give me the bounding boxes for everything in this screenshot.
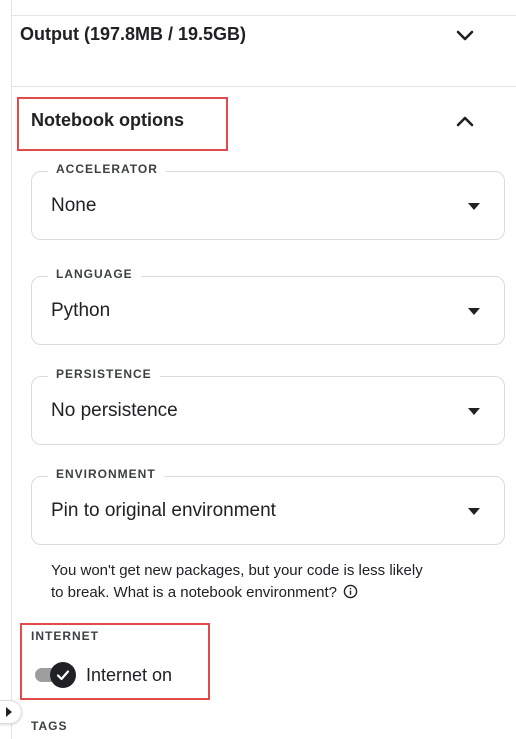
environment-label: ENVIRONMENT bbox=[48, 467, 164, 481]
accelerator-label: ACCELERATOR bbox=[48, 162, 166, 176]
dropdown-caret-icon bbox=[468, 508, 480, 515]
dropdown-caret-icon bbox=[468, 408, 480, 415]
language-select[interactable]: LANGUAGE Python bbox=[31, 267, 505, 345]
dropdown-caret-icon bbox=[468, 203, 480, 210]
persistence-label: PERSISTENCE bbox=[48, 367, 160, 381]
internet-heading: INTERNET bbox=[31, 629, 99, 643]
tags-heading: TAGS bbox=[31, 719, 68, 733]
language-label: LANGUAGE bbox=[48, 267, 141, 281]
persistence-select[interactable]: PERSISTENCE No persistence bbox=[31, 367, 505, 445]
info-icon[interactable] bbox=[343, 584, 358, 599]
internet-toggle-label: Internet on bbox=[86, 664, 173, 685]
dropdown-caret-icon bbox=[468, 308, 480, 315]
output-title: Output (197.8MB / 19.5GB) bbox=[20, 24, 247, 44]
divider bbox=[12, 86, 516, 87]
accelerator-select[interactable]: ACCELERATOR None bbox=[31, 162, 505, 240]
persistence-value: No persistence bbox=[51, 400, 178, 421]
environment-select[interactable]: ENVIRONMENT Pin to original environment bbox=[31, 467, 505, 545]
left-rail bbox=[0, 0, 12, 739]
language-value: Python bbox=[51, 300, 111, 321]
internet-toggle[interactable]: Internet on bbox=[35, 662, 172, 688]
chevron-up-icon[interactable] bbox=[454, 111, 476, 133]
toggle-track[interactable] bbox=[35, 662, 76, 688]
chevron-down-icon[interactable] bbox=[454, 24, 476, 46]
divider bbox=[12, 15, 516, 16]
expand-panel-button[interactable] bbox=[0, 700, 22, 724]
checkmark-icon bbox=[56, 670, 70, 681]
helper-line-2[interactable]: to break. What is a notebook environment… bbox=[51, 584, 337, 601]
caret-right-icon bbox=[5, 707, 12, 717]
environment-helper-text: You won't get new packages, but your cod… bbox=[51, 560, 491, 604]
toggle-knob[interactable] bbox=[50, 662, 76, 688]
accelerator-value: None bbox=[51, 195, 97, 216]
notebook-options-title: Notebook options bbox=[31, 110, 184, 130]
environment-value: Pin to original environment bbox=[51, 500, 276, 521]
helper-line-1: You won't get new packages, but your cod… bbox=[51, 562, 423, 579]
